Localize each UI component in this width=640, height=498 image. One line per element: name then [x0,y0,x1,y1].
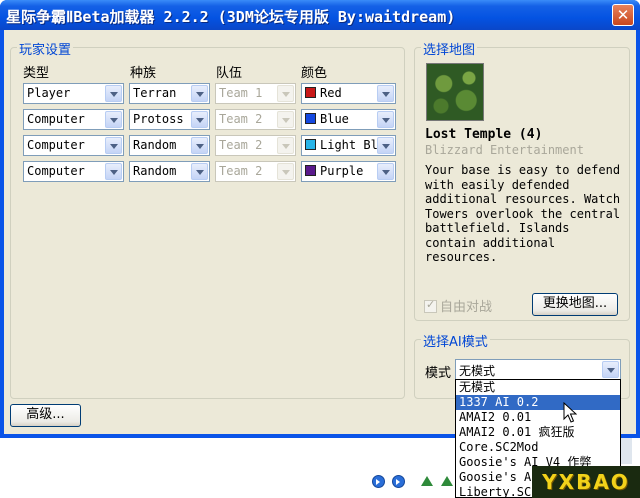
color-swatch-icon [305,87,316,98]
ai-mode-value: 无模式 [459,364,496,378]
player-2-type-value: Computer [27,112,85,126]
close-button[interactable]: ✕ [612,4,634,26]
player-1-type-value: Player [27,86,71,100]
chevron-down-icon[interactable] [377,111,394,128]
map-description: Your base is easy to defend with easily … [425,163,621,264]
player-3-race-value: Random [133,138,177,152]
chevron-down-icon[interactable] [105,85,122,102]
player-4-team-value: Team 2 [219,164,263,178]
mouse-cursor-icon [563,402,577,423]
chevron-down-icon [277,137,294,154]
chevron-down-icon[interactable] [191,111,208,128]
free-for-all-label: 自由对战 [440,300,493,315]
ai-mode-select[interactable]: 无模式 [455,359,621,380]
mode-label: 模式 [425,366,452,381]
prev-icon[interactable] [372,475,385,488]
chevron-down-icon[interactable] [105,111,122,128]
player-1-race-value: Terran [133,86,177,100]
dropdown-item[interactable]: Core.SC2Mod [456,440,620,455]
header-race: 种族 [130,66,157,81]
chevron-down-icon[interactable] [377,85,394,102]
free-for-all-checkbox: 自由对战 [424,296,492,315]
player-3-race-select[interactable]: Random [129,135,210,156]
player-4-type-select[interactable]: Computer [23,161,124,182]
watermark-logo: YXBAO [532,466,640,498]
title-bar[interactable]: 星际争霸ⅡBeta加载器 2.2.2 (3DM论坛专用版 By:waitdrea… [0,0,640,30]
color-swatch-icon [305,113,316,124]
player-1-race-select[interactable]: Terran [129,83,210,104]
map-name: Lost Temple (4) [425,127,543,142]
player-4-type-value: Computer [27,164,85,178]
chevron-down-icon[interactable] [191,85,208,102]
chevron-down-icon[interactable] [377,137,394,154]
player-1-color-value: Red [320,86,342,100]
player-3-type-select[interactable]: Computer [23,135,124,156]
player-1-type-select[interactable]: Player [23,83,124,104]
map-thumbnail [426,63,484,121]
color-swatch-icon [305,165,316,176]
player-3-color-value: Light Bl [320,138,377,152]
header-type: 类型 [23,66,50,81]
map-group-title: 选择地图 [421,39,478,58]
player-3-team-value: Team 2 [219,138,263,152]
ai-mode-title: 选择AI模式 [421,331,490,350]
chevron-down-icon[interactable] [105,137,122,154]
player-2-team-value: Team 2 [219,112,263,126]
chevron-down-icon[interactable] [191,163,208,180]
dropdown-item[interactable]: AMAI2 0.01 疯狂版 [456,425,620,440]
player-4-race-value: Random [133,164,177,178]
player-2-team-select: Team 2 [215,109,296,130]
player-3-team-select: Team 2 [215,135,296,156]
chevron-down-icon[interactable] [602,361,619,378]
mountain-icon [441,476,453,486]
dropdown-item-highlighted[interactable]: 1337 AI 0.2 [456,395,620,410]
player-settings-title: 玩家设置 [17,39,74,58]
change-map-button[interactable]: 更换地图... [532,293,618,316]
header-color: 颜色 [301,66,328,81]
player-2-race-value: Protoss [133,112,184,126]
advanced-button[interactable]: 高级... [10,404,81,427]
player-1-team-value: Team 1 [219,86,263,100]
dropdown-item[interactable]: 无模式 [456,380,620,395]
player-1-team-select: Team 1 [215,83,296,104]
player-4-color-value: Purple [320,164,364,178]
player-2-color-select[interactable]: Blue [301,109,396,130]
next-icon[interactable] [392,475,405,488]
chevron-down-icon [277,163,294,180]
checkbox-icon [424,298,437,313]
mountain-icon [421,476,433,486]
chevron-down-icon[interactable] [191,137,208,154]
player-1-color-select[interactable]: Red [301,83,396,104]
chevron-down-icon [277,111,294,128]
player-2-color-value: Blue [320,112,349,126]
chevron-down-icon[interactable] [377,163,394,180]
header-team: 队伍 [216,66,243,81]
chevron-down-icon[interactable] [105,163,122,180]
player-3-color-select[interactable]: Light Bl [301,135,396,156]
dropdown-item[interactable]: AMAI2 0.01 [456,410,620,425]
player-4-team-select: Team 2 [215,161,296,182]
player-2-type-select[interactable]: Computer [23,109,124,130]
player-2-race-select[interactable]: Protoss [129,109,210,130]
player-3-type-value: Computer [27,138,85,152]
window-title: 星际争霸ⅡBeta加载器 2.2.2 (3DM论坛专用版 By:waitdrea… [6,8,456,26]
chevron-down-icon [277,85,294,102]
color-swatch-icon [305,139,316,150]
map-author: Blizzard Entertainment [425,143,584,157]
player-4-race-select[interactable]: Random [129,161,210,182]
player-4-color-select[interactable]: Purple [301,161,396,182]
